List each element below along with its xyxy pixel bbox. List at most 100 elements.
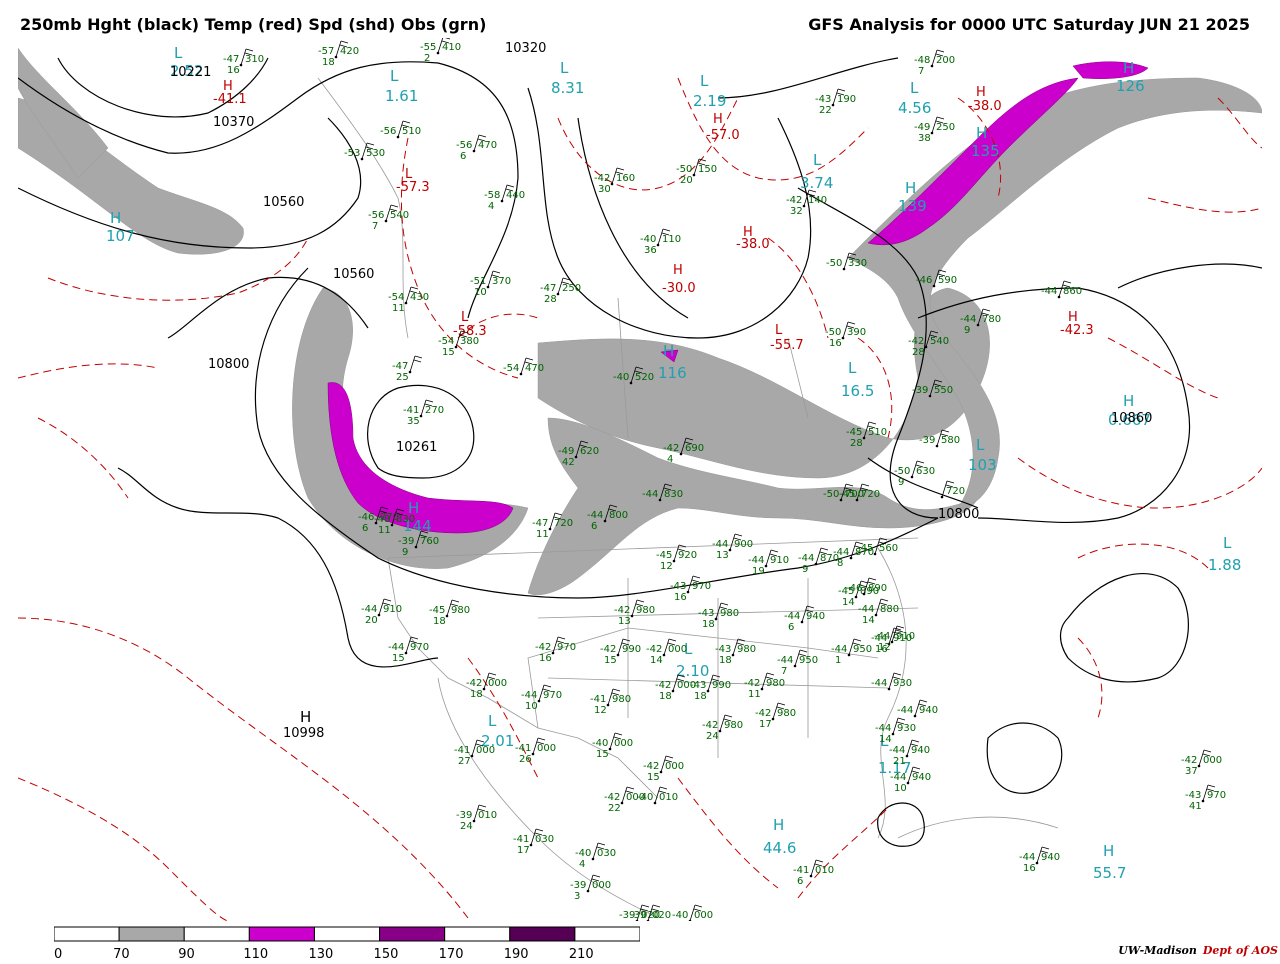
station-plot: -43 990 18 (690, 674, 731, 702)
obs-temperature: -44 (798, 553, 814, 564)
obs-height: 720 (554, 518, 573, 529)
obs-height: 990 (712, 680, 731, 691)
colorbar-tick-label: 90 (178, 947, 195, 960)
obs-height: 160 (616, 173, 635, 184)
obs-dewpoint-depression: 7 (372, 221, 378, 232)
obs-dewpoint-depression: 12 (660, 561, 673, 572)
obs-dewpoint-depression: 32 (790, 206, 803, 217)
obs-dewpoint-depression: 16 (829, 338, 842, 349)
obs-dewpoint-depression: 4 (488, 201, 494, 212)
obs-temperature: -44 (777, 655, 793, 666)
obs-dewpoint-depression: 15 (647, 772, 660, 783)
obs-height: 140 (808, 195, 827, 206)
station-plot: -44 860 (1041, 280, 1082, 299)
obs-height: 390 (847, 327, 866, 338)
colorbar-segment (379, 926, 446, 942)
temp-extremum-value: -30.0 (662, 281, 696, 296)
temp-extremum-value: -55.7 (770, 338, 804, 353)
obs-temperature: -44 (833, 547, 849, 558)
obs-dewpoint-depression: 9 (402, 547, 408, 558)
station-plot: -45 560 (857, 537, 898, 556)
obs-dewpoint-depression: 16 (1023, 863, 1036, 874)
extremum-value: 44.6 (763, 839, 796, 857)
credit: UW-Madison Dept of AOS (1118, 944, 1278, 957)
colorbar-tick-label: 0 (54, 947, 62, 960)
station-plot: -44 930 (871, 672, 912, 691)
obs-height: 000 (537, 743, 556, 754)
station-plot: -47 250 28 (540, 277, 581, 305)
obs-temperature: -42 (600, 644, 616, 655)
obs-dewpoint-depression: 16 (539, 653, 552, 664)
obs-dewpoint-depression: 15 (442, 347, 455, 358)
extremum-value: 103 (968, 456, 997, 474)
obs-dewpoint-depression: 22 (819, 105, 832, 116)
obs-height: 000 (592, 880, 611, 891)
obs-temperature: -41 (793, 865, 809, 876)
obs-height: 780 (982, 314, 1001, 325)
station-plot: -40 000 (672, 904, 713, 921)
obs-height: 020 (652, 910, 671, 921)
obs-height: 410 (442, 42, 461, 53)
extremum-value: 55.7 (1093, 864, 1126, 882)
obs-height: 950 (799, 655, 818, 666)
obs-temperature: -46 (916, 275, 932, 286)
obs-dewpoint-depression: 9 (802, 564, 808, 575)
obs-height: 980 (451, 605, 470, 616)
extremum-label: L (488, 712, 497, 730)
obs-dewpoint-depression: 14 (650, 655, 663, 666)
obs-dewpoint-depression: 24 (460, 821, 473, 832)
obs-temperature: -43 (715, 644, 731, 655)
credit-org: UW-Madison (1118, 944, 1197, 957)
obs-dewpoint-depression: 35 (407, 416, 420, 427)
obs-dewpoint-depression: 10 (894, 783, 907, 794)
obs-temperature: -54 (388, 292, 404, 303)
extremum-label: H (905, 179, 916, 197)
obs-height: 000 (1203, 755, 1222, 766)
obs-dewpoint-depression: 7 (918, 66, 924, 77)
colorbar-segment (444, 926, 511, 942)
temp-extremum-label: H (713, 112, 723, 127)
colorbar-tick-label: 150 (374, 947, 399, 960)
obs-dewpoint-depression: 24 (706, 731, 719, 742)
obs-height: 800 (609, 510, 628, 521)
obs-temperature: -57 (318, 46, 334, 57)
colorbar-segment (509, 926, 576, 942)
obs-temperature: -39 (912, 385, 928, 396)
obs-temperature: -43 (690, 680, 706, 691)
obs-height: 950 (853, 644, 872, 655)
obs-temperature: -44 (897, 705, 913, 716)
obs-temperature: -50 (894, 466, 910, 477)
obs-temperature: -39 (570, 880, 586, 891)
station-plot: -41 980 12 (590, 688, 631, 716)
colorbar-tick-label: 170 (439, 947, 464, 960)
obs-temperature: -44 (748, 555, 764, 566)
obs-dewpoint-depression: 14 (842, 597, 855, 608)
obs-temperature: -54 (438, 336, 454, 347)
obs-height: 150 (698, 164, 717, 175)
obs-height: 380 (460, 336, 479, 347)
extremum-label: L (390, 67, 399, 85)
obs-temperature: -40 (575, 848, 591, 859)
obs-height: 980 (766, 678, 785, 689)
height-label: 10800 (208, 357, 249, 372)
height-label: 10860 (1111, 411, 1152, 426)
obs-height: 930 (893, 678, 912, 689)
height-label: 10998 (283, 726, 324, 741)
obs-height: 510 (868, 427, 887, 438)
obs-temperature: -44 (521, 690, 537, 701)
colorbar-tick-label: 190 (504, 947, 529, 960)
analysis-time: GFS Analysis for 0000 UTC Saturday JUN 2… (808, 15, 1250, 34)
station-plot: -57 420 18 (318, 40, 359, 68)
height-label: 10560 (333, 267, 374, 282)
obs-height: 880 (880, 604, 899, 615)
obs-height: 760 (420, 536, 439, 547)
obs-temperature: -41 (515, 743, 531, 754)
colorbar-segment (313, 926, 381, 942)
obs-height: 580 (941, 435, 960, 446)
extremum-label: L (1223, 534, 1232, 552)
station-plot: -43 190 22 (815, 88, 856, 116)
obs-height: 510 (402, 126, 421, 137)
obs-temperature: -39 (456, 810, 472, 821)
extremum-value: 2.19 (693, 92, 726, 110)
temp-extremum-value: -57.0 (706, 128, 740, 143)
